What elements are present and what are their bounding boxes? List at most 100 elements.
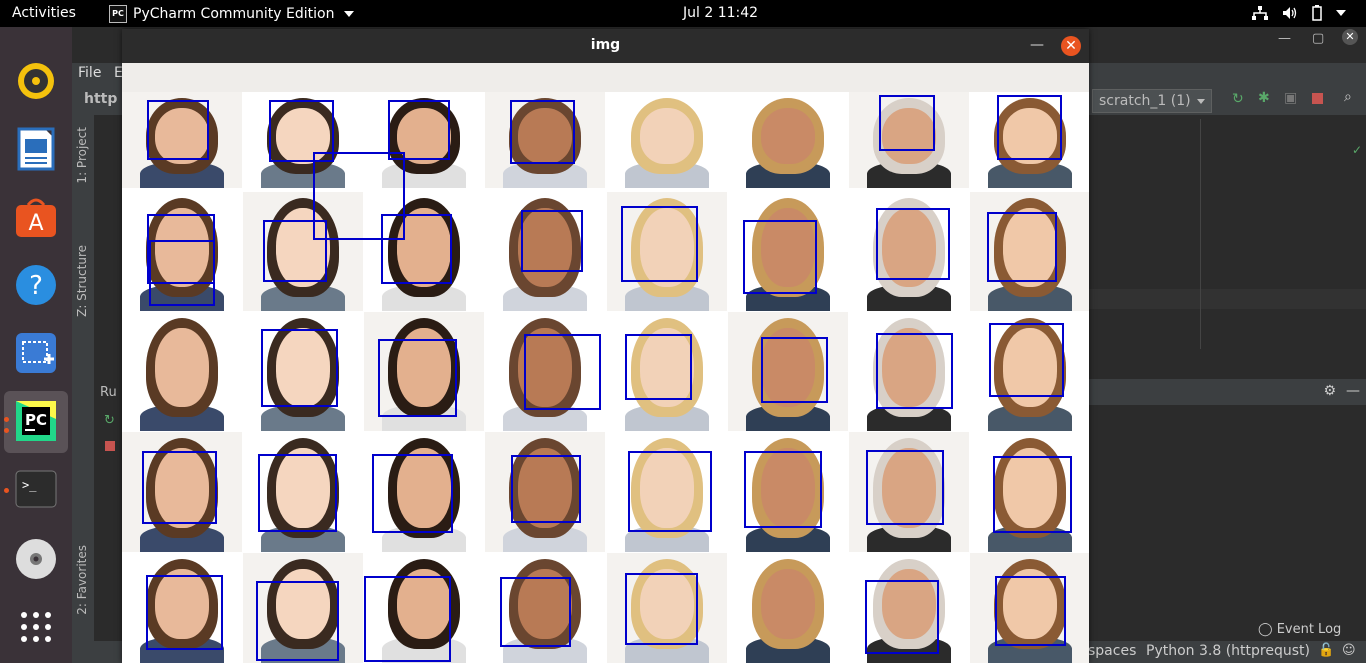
- lock-icon[interactable]: 🔓: [1318, 643, 1334, 658]
- face-detection-box: [628, 451, 712, 532]
- face-detection-box: [388, 100, 450, 160]
- face-detection-box: [866, 450, 944, 525]
- face-detection-box: [258, 454, 337, 532]
- svg-text:>_: >_: [22, 478, 37, 492]
- face-detection-box: [521, 210, 583, 272]
- close-button[interactable]: ✕: [1061, 36, 1081, 56]
- app-menu-label: PyCharm Community Edition: [133, 6, 335, 22]
- check-icon: ✓: [1351, 143, 1362, 157]
- network-icon: [1252, 6, 1268, 20]
- face-photo: [728, 92, 848, 188]
- volume-icon: [1283, 7, 1297, 19]
- face-detection-box: [263, 220, 327, 282]
- face-detection-box: [500, 577, 571, 647]
- debug-icon[interactable]: ✱: [1258, 90, 1270, 106]
- face-detection-box: [621, 206, 698, 282]
- photo-face: [761, 108, 815, 164]
- chevron-down-icon: [1196, 98, 1205, 104]
- face-detection-box: [510, 100, 575, 164]
- tab-project[interactable]: 1: Project: [75, 127, 89, 184]
- svg-text:A: A: [28, 211, 43, 236]
- power-chevron-icon: [1336, 10, 1346, 16]
- battery-icon: [1312, 5, 1322, 21]
- photo-face: [155, 328, 209, 407]
- screenshot-icon[interactable]: [12, 329, 60, 377]
- face-detection-box: [378, 339, 457, 417]
- close-icon[interactable]: ✕: [1342, 29, 1358, 45]
- clock[interactable]: Jul 2 11:42: [683, 5, 758, 21]
- svg-text:?: ?: [29, 271, 43, 301]
- run-panel-header: ⚙ —: [1088, 379, 1366, 405]
- hide-icon[interactable]: —: [1346, 383, 1360, 399]
- event-log-label: Event Log: [1276, 622, 1342, 637]
- face-detection-box: [256, 581, 339, 661]
- face-detection-box: [993, 456, 1072, 533]
- stop-icon[interactable]: [105, 441, 115, 451]
- help-icon[interactable]: ?: [12, 261, 60, 309]
- photo-face: [761, 569, 815, 639]
- libreoffice-writer-icon[interactable]: [12, 125, 60, 173]
- inspector-icon[interactable]: ☺: [1342, 643, 1356, 658]
- tab-structure[interactable]: Z: Structure: [75, 245, 89, 317]
- stop-icon[interactable]: [1312, 93, 1323, 104]
- face-detection-box: [372, 454, 453, 533]
- face-photo: [728, 553, 848, 663]
- face-grid-image: [122, 92, 1089, 663]
- editor-divider: [1200, 119, 1201, 349]
- coverage-icon[interactable]: ▣: [1284, 90, 1297, 106]
- face-photo: [122, 312, 242, 431]
- terminal-icon[interactable]: >_: [12, 465, 60, 513]
- pycharm-small-icon: PC: [109, 5, 127, 23]
- face-detection-box: [524, 334, 601, 410]
- left-tool-strip: 1: Project Z: Structure 2: Favorites: [72, 115, 94, 663]
- running-indicator: [4, 428, 9, 433]
- face-detection-box: [761, 337, 828, 403]
- minimize-button[interactable]: —: [1030, 37, 1044, 53]
- img-titlebar[interactable]: img — ✕: [122, 29, 1089, 63]
- face-detection-box: [989, 323, 1064, 397]
- run-tab-label[interactable]: Ru: [100, 385, 117, 400]
- rerun-icon[interactable]: ↻: [104, 413, 115, 428]
- face-detection-box: [261, 329, 338, 407]
- img-toolbar: [122, 63, 1089, 93]
- running-indicator: [4, 488, 9, 493]
- face-detection-box: [744, 451, 822, 528]
- pycharm-icon[interactable]: PC: [12, 397, 60, 445]
- indent-status[interactable]: spaces: [1088, 643, 1136, 659]
- img-window: img — ✕: [122, 29, 1089, 663]
- running-indicator: [4, 417, 9, 422]
- top-bar: Activities PC PyCharm Community Edition …: [0, 0, 1366, 27]
- face-detection-box: [364, 576, 451, 662]
- window-title: img: [590, 37, 621, 53]
- dvd-icon[interactable]: [12, 535, 60, 583]
- face-detection-box: [997, 95, 1062, 160]
- app-grid-icon[interactable]: [12, 603, 60, 651]
- dock: A ? PC >_: [0, 27, 72, 663]
- rerun-icon[interactable]: ↻: [1232, 91, 1244, 107]
- face-detection-box: [142, 451, 217, 524]
- search-icon[interactable]: ⌕: [1344, 89, 1352, 105]
- face-detection-box: [743, 220, 817, 294]
- menu-file[interactable]: File: [78, 65, 101, 81]
- run-config-label: scratch_1 (1): [1099, 93, 1191, 109]
- maximize-icon[interactable]: ▢: [1312, 31, 1324, 46]
- ubuntu-software-icon[interactable]: A: [12, 193, 60, 241]
- rhythmbox-icon[interactable]: [12, 57, 60, 105]
- app-menu[interactable]: PC PyCharm Community Edition: [109, 5, 355, 23]
- face-detection-box: [146, 575, 223, 650]
- photo-face: [640, 108, 694, 164]
- gear-icon[interactable]: ⚙: [1323, 383, 1336, 399]
- project-breadcrumb[interactable]: http: [84, 91, 117, 107]
- event-log-button[interactable]: ◯ Event Log: [1258, 622, 1341, 637]
- face-detection-box: [625, 573, 698, 645]
- activities-button[interactable]: Activities: [12, 5, 76, 21]
- system-tray[interactable]: [1252, 5, 1346, 21]
- face-detection-box: [987, 212, 1057, 282]
- tab-favorites[interactable]: 2: Favorites: [75, 545, 89, 615]
- svg-text:PC: PC: [25, 411, 47, 429]
- interpreter-status[interactable]: Python 3.8 (httprequst): [1146, 643, 1310, 659]
- face-photo: [607, 92, 727, 188]
- face-detection-box: [625, 334, 692, 400]
- minimize-icon[interactable]: —: [1278, 31, 1291, 46]
- run-config-select[interactable]: scratch_1 (1): [1092, 89, 1212, 113]
